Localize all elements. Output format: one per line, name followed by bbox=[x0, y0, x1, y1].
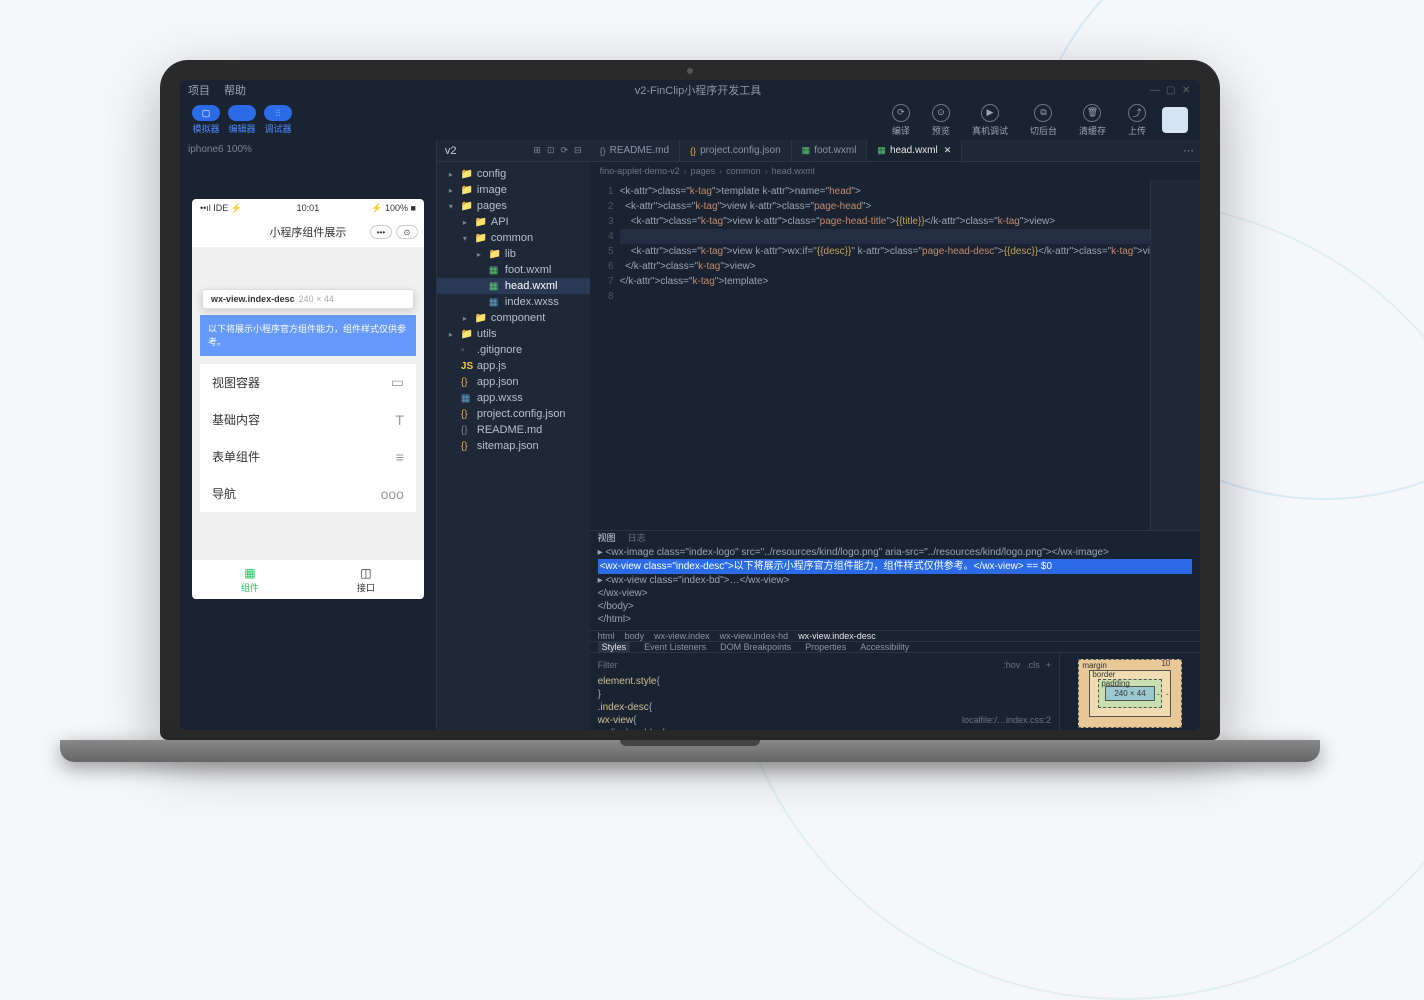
statusbar-battery: ⚡ 100% ■ bbox=[371, 203, 416, 214]
hov-toggle[interactable]: :hov bbox=[1003, 659, 1020, 672]
code-content[interactable]: <k-attr">class="k-tag">template k-attr">… bbox=[620, 180, 1150, 530]
editor-tab[interactable]: ▦foot.wxml bbox=[792, 140, 868, 161]
add-rule-button[interactable]: + bbox=[1046, 659, 1051, 672]
editor-panel: {}README.md {}project.config.json ▦foot.… bbox=[590, 140, 1200, 730]
tree-item[interactable]: JSapp.js bbox=[437, 358, 590, 374]
phone-list-item[interactable]: 视图容器▭ bbox=[200, 364, 416, 401]
tree-item[interactable]: ▸📁image bbox=[437, 182, 590, 198]
breadcrumb: fino-applet-demo-v2›pages›common›head.wx… bbox=[590, 162, 1200, 180]
minimize-icon[interactable]: — bbox=[1150, 85, 1160, 95]
menubar: 项目 帮助 v2-FinClip小程序开发工具 — ▢ ✕ bbox=[180, 80, 1200, 100]
refresh-icon[interactable]: ⟳ bbox=[560, 145, 568, 156]
mode-button-2[interactable]: ⫶⫶调试器 bbox=[264, 105, 292, 135]
tree-item[interactable]: ▾📁common bbox=[437, 230, 590, 246]
tree-item[interactable]: ▸📁lib bbox=[437, 246, 590, 262]
line-gutter: 12345678 bbox=[590, 180, 620, 530]
minimap[interactable] bbox=[1150, 180, 1200, 530]
tree-item[interactable]: {}sitemap.json bbox=[437, 438, 590, 454]
menu-project[interactable]: 项目 bbox=[188, 82, 210, 98]
app-title: v2-FinClip小程序开发工具 bbox=[260, 82, 1136, 98]
styles-filter-input[interactable]: Filter bbox=[598, 659, 618, 672]
simulator-panel: iphone6 100% ••ıl IDE ⚡ 10:01 ⚡ 100% ■ 小… bbox=[180, 140, 436, 730]
laptop-frame: 项目 帮助 v2-FinClip小程序开发工具 — ▢ ✕ ▢模拟器 编辑器 ⫶… bbox=[160, 60, 1220, 780]
action-button-5[interactable]: ⤴上传 bbox=[1128, 104, 1146, 137]
elements-crumb[interactable]: wx-view.index-hd bbox=[720, 631, 789, 641]
close-icon[interactable]: ✕ bbox=[1182, 85, 1192, 95]
styles-tab[interactable]: Styles bbox=[598, 642, 631, 652]
mode-button-0[interactable]: ▢模拟器 bbox=[192, 105, 220, 135]
menu-help[interactable]: 帮助 bbox=[224, 82, 246, 98]
inspect-tooltip: wx-view.index-desc240 × 44 bbox=[202, 289, 414, 309]
phone-tab-0[interactable]: ▦组件 bbox=[192, 560, 308, 599]
tree-item[interactable]: ▦head.wxml bbox=[437, 278, 590, 294]
box-model: margin 10 border - padding - 240 × 4 bbox=[1060, 653, 1200, 730]
elements-crumb[interactable]: wx-view.index-desc bbox=[798, 631, 876, 641]
file-explorer-panel: v2 ⊞ ⊡ ⟳ ⊟ ▸📁config ▸📁image ▾📁pages ▸📁AP… bbox=[436, 140, 590, 730]
new-file-icon[interactable]: ⊞ bbox=[533, 145, 541, 156]
tree-item[interactable]: ▦foot.wxml bbox=[437, 262, 590, 278]
phone-list-item[interactable]: 表单组件≡ bbox=[200, 438, 416, 475]
styles-tab[interactable]: Accessibility bbox=[860, 642, 909, 652]
phone-list-item[interactable]: 导航ooo bbox=[200, 475, 416, 512]
device-label: iphone6 100% bbox=[180, 140, 436, 159]
devtools-tab-view[interactable]: 视图 bbox=[598, 531, 616, 544]
devtools-tab-log[interactable]: 日志 bbox=[628, 531, 646, 544]
statusbar-time: 10:01 bbox=[297, 203, 320, 213]
elements-crumb[interactable]: body bbox=[625, 631, 645, 641]
styles-tab[interactable]: Properties bbox=[805, 642, 846, 652]
devtools-panel: 视图 日志 ▸ <wx-image class="index-logo" src… bbox=[590, 530, 1200, 730]
breadcrumb-segment[interactable]: pages bbox=[691, 166, 716, 176]
phone-preview: ••ıl IDE ⚡ 10:01 ⚡ 100% ■ 小程序组件展示 ••• ⊙ bbox=[192, 199, 424, 599]
mode-button-1[interactable]: 编辑器 bbox=[228, 105, 256, 135]
elements-breadcrumb: html body wx-view.index wx-view.index-hd wx-… bbox=[590, 631, 1200, 642]
collapse-icon[interactable]: ⊟ bbox=[574, 145, 582, 156]
elements-tree[interactable]: ▸ <wx-image class="index-logo" src="../r… bbox=[590, 544, 1200, 631]
tree-item[interactable]: ▾📁pages bbox=[437, 198, 590, 214]
tree-item[interactable]: {}README.md bbox=[437, 422, 590, 438]
tree-item[interactable]: ▫.gitignore bbox=[437, 342, 590, 358]
editor-tab[interactable]: ▦head.wxml✕ bbox=[867, 140, 962, 161]
statusbar-signal: ••ıl IDE ⚡ bbox=[200, 203, 242, 214]
tree-item[interactable]: {}app.json bbox=[437, 374, 590, 390]
editor-tab[interactable]: {}project.config.json bbox=[680, 140, 792, 161]
styles-pane[interactable]: Filter :hov .cls + element.style {}.inde… bbox=[590, 653, 1060, 730]
tab-close-icon[interactable]: ✕ bbox=[944, 145, 952, 156]
maximize-icon[interactable]: ▢ bbox=[1166, 85, 1176, 95]
tree-item[interactable]: {}project.config.json bbox=[437, 406, 590, 422]
elements-crumb[interactable]: wx-view.index bbox=[654, 631, 710, 641]
avatar[interactable] bbox=[1162, 107, 1188, 133]
cls-toggle[interactable]: .cls bbox=[1026, 659, 1040, 672]
action-button-4[interactable]: 🗑清缓存 bbox=[1079, 104, 1106, 137]
breadcrumb-segment[interactable]: fino-applet-demo-v2 bbox=[600, 166, 680, 176]
new-folder-icon[interactable]: ⊡ bbox=[547, 145, 555, 156]
styles-tab[interactable]: DOM Breakpoints bbox=[720, 642, 791, 652]
toolbar: ▢模拟器 编辑器 ⫶⫶调试器 ⟳编译 ⊙预览 ▶真机调试 ⧉切后台 🗑清缓存 ⤴… bbox=[180, 100, 1200, 140]
selected-element-highlight: 以下将展示小程序官方组件能力，组件样式仅供参考。 bbox=[200, 315, 416, 356]
action-button-0[interactable]: ⟳编译 bbox=[892, 104, 910, 137]
phone-list-item[interactable]: 基础内容T bbox=[200, 401, 416, 438]
breadcrumb-segment[interactable]: common bbox=[726, 166, 761, 176]
editor-tab[interactable]: {}README.md bbox=[590, 140, 680, 161]
tabs-more-icon[interactable]: ⋯ bbox=[1177, 140, 1200, 161]
ide-screen: 项目 帮助 v2-FinClip小程序开发工具 — ▢ ✕ ▢模拟器 编辑器 ⫶… bbox=[180, 80, 1200, 730]
nav-more-icon[interactable]: ••• bbox=[370, 225, 392, 239]
action-button-2[interactable]: ▶真机调试 bbox=[972, 104, 1008, 137]
tree-item[interactable]: ▸📁component bbox=[437, 310, 590, 326]
tree-item[interactable]: ▦index.wxss bbox=[437, 294, 590, 310]
tree-item[interactable]: ▸📁API bbox=[437, 214, 590, 230]
nav-close-icon[interactable]: ⊙ bbox=[396, 225, 418, 239]
nav-title: 小程序组件展示 bbox=[269, 224, 346, 240]
action-button-1[interactable]: ⊙预览 bbox=[932, 104, 950, 137]
tree-item[interactable]: ▦app.wxss bbox=[437, 390, 590, 406]
tree-item[interactable]: ▸📁utils bbox=[437, 326, 590, 342]
tree-item[interactable]: ▸📁config bbox=[437, 166, 590, 182]
project-root-name[interactable]: v2 bbox=[445, 145, 457, 157]
phone-tab-1[interactable]: ◫接口 bbox=[308, 560, 424, 599]
elements-crumb[interactable]: html bbox=[598, 631, 615, 641]
window-controls: — ▢ ✕ bbox=[1150, 85, 1192, 95]
styles-tab[interactable]: Event Listeners bbox=[644, 642, 706, 652]
breadcrumb-segment[interactable]: head.wxml bbox=[772, 166, 815, 176]
action-button-3[interactable]: ⧉切后台 bbox=[1030, 104, 1057, 137]
